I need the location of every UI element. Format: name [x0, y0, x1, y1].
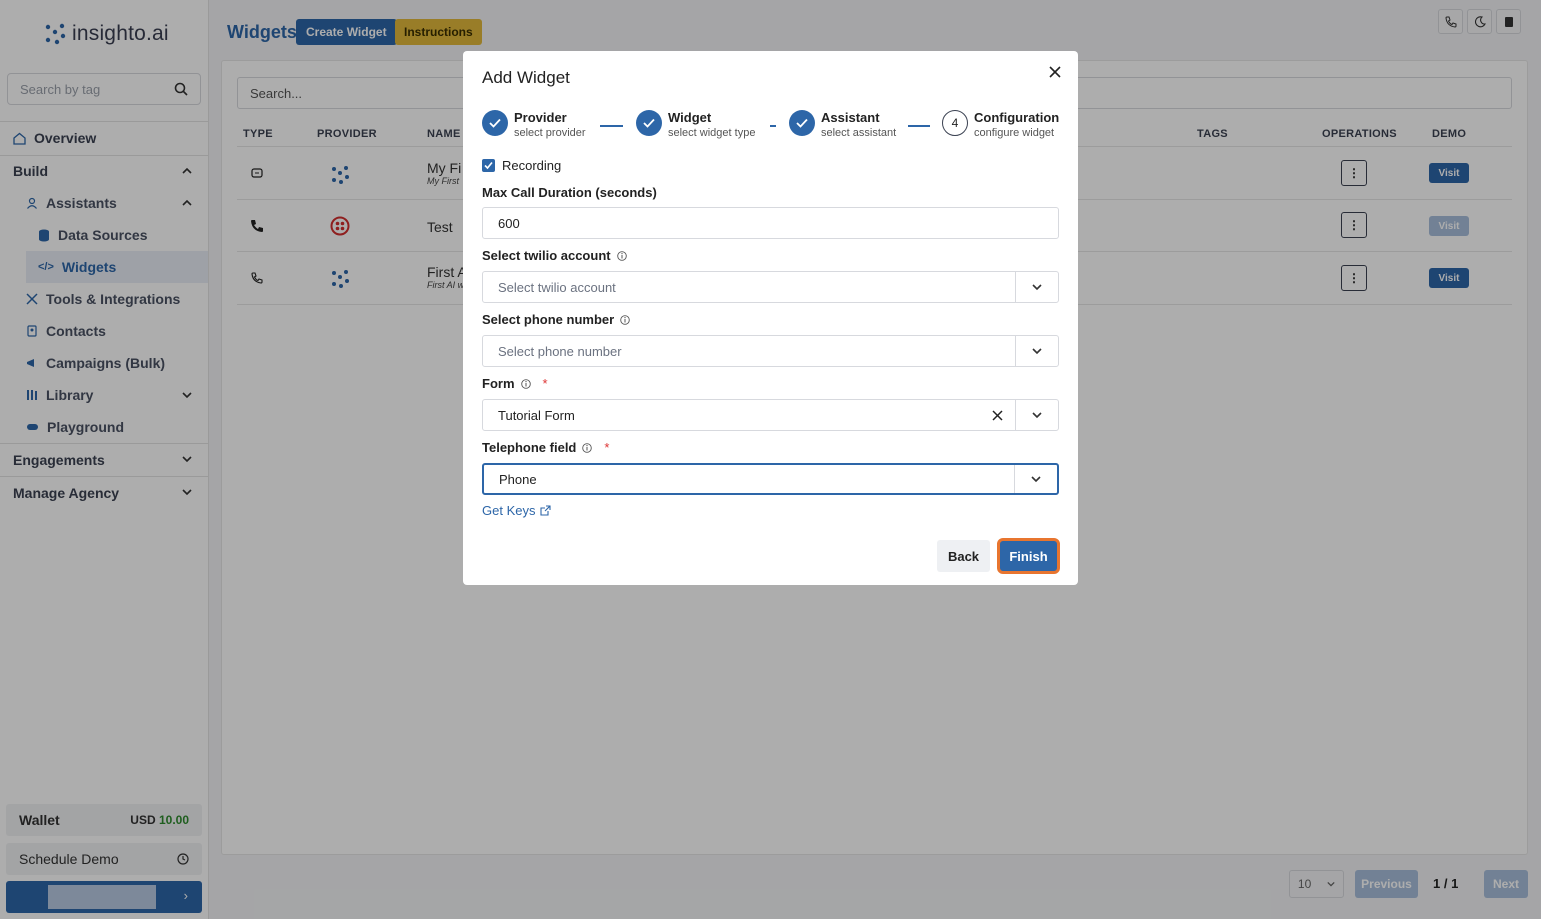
get-keys-link[interactable]: Get Keys: [482, 503, 552, 518]
modal-title: Add Widget: [482, 68, 570, 87]
input-value: 600: [498, 215, 520, 231]
step-number: 4: [942, 110, 968, 136]
dropdown-toggle[interactable]: [1014, 465, 1057, 493]
close-icon[interactable]: [1047, 64, 1063, 80]
add-widget-modal: Add Widget Provider select provider Widge…: [463, 51, 1078, 585]
chevron-down-icon: [1032, 348, 1042, 355]
label-text: Form: [482, 376, 515, 391]
step-subtitle: select provider: [514, 127, 586, 139]
select-value: Tutorial Form: [498, 407, 575, 423]
max-duration-input[interactable]: 600: [482, 207, 1059, 239]
step-provider: Provider select provider: [482, 110, 586, 141]
twilio-account-select[interactable]: Select twilio account: [482, 271, 1059, 303]
telephone-field-label: Telephone field *: [482, 440, 609, 455]
info-icon: [520, 378, 531, 389]
check-icon: [482, 110, 508, 136]
select-placeholder: Select phone number: [498, 343, 622, 359]
select-value: Phone: [499, 471, 537, 487]
step-widget: Widget select widget type: [636, 110, 755, 141]
step-title: Assistant: [821, 110, 880, 125]
recording-label: Recording: [502, 158, 562, 173]
step-subtitle: select widget type: [668, 127, 756, 139]
clear-icon[interactable]: [992, 410, 1003, 421]
label-text: Max Call Duration (seconds): [482, 185, 657, 200]
required-mark: *: [604, 440, 610, 455]
chevron-down-icon: [1031, 476, 1041, 483]
finish-button[interactable]: Finish: [997, 538, 1060, 574]
step-subtitle: configure widget: [974, 127, 1055, 139]
label-text: Telephone field: [482, 440, 577, 455]
label-text: Select twilio account: [482, 248, 611, 263]
check-icon: [636, 110, 662, 136]
info-icon: [620, 314, 630, 325]
select-placeholder: Select twilio account: [498, 279, 616, 295]
twilio-account-label: Select twilio account: [482, 248, 627, 263]
back-button[interactable]: Back: [937, 540, 990, 572]
required-mark: *: [542, 376, 548, 391]
step-assistant: Assistant select assistant: [789, 110, 896, 141]
app-root: insighto.ai Search by tag Overview Build…: [0, 0, 1541, 919]
label-text: Select phone number: [482, 312, 615, 327]
step-subtitle: select assistant: [821, 127, 897, 139]
external-link-icon: [540, 505, 552, 516]
chevron-down-icon: [1032, 412, 1042, 419]
telephone-field-select[interactable]: Phone: [482, 463, 1059, 495]
chevron-down-icon: [1032, 284, 1042, 291]
form-label: Form *: [482, 376, 548, 391]
check-icon: [789, 110, 815, 136]
max-duration-label: Max Call Duration (seconds): [482, 185, 657, 200]
phone-number-label: Select phone number: [482, 312, 630, 327]
step-title: Configuration: [974, 110, 1060, 125]
dropdown-toggle[interactable]: [1015, 400, 1058, 430]
form-select[interactable]: Tutorial Form: [482, 399, 1059, 431]
step-connector: [600, 125, 623, 127]
step-title: Widget: [668, 110, 712, 125]
link-text: Get Keys: [482, 503, 536, 518]
dropdown-toggle[interactable]: [1015, 272, 1058, 302]
phone-number-select[interactable]: Select phone number: [482, 335, 1059, 367]
dropdown-toggle[interactable]: [1015, 336, 1058, 366]
info-icon: [582, 442, 593, 453]
step-connector: [770, 125, 776, 127]
step-connector: [908, 125, 930, 127]
info-icon: [616, 250, 627, 261]
step-title: Provider: [514, 110, 567, 125]
step-configuration: 4 Configuration configure widget: [942, 110, 1059, 141]
recording-checkbox[interactable]: [482, 159, 495, 172]
